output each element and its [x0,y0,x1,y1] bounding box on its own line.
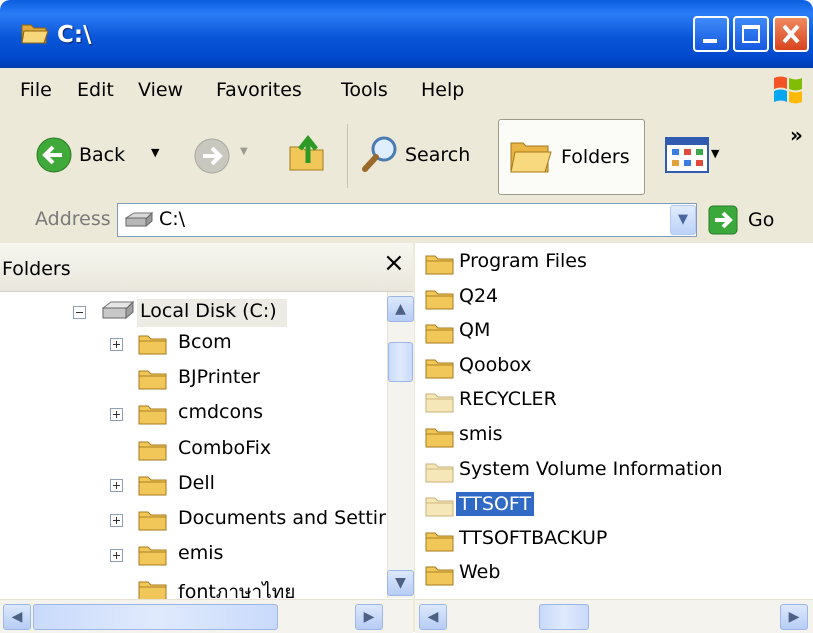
back-arrow-icon [36,137,72,173]
folders-pane-header: Folders × [0,243,413,292]
folder-icon [425,428,454,448]
folder-icon [425,324,454,344]
search-button[interactable]: Search [360,133,470,180]
scroll-left-button[interactable]: ◀ [419,604,447,630]
file-item-selected[interactable]: TTSOFT [456,492,535,517]
files-horizontal-scrollbar[interactable]: ◀ ▶ [415,599,813,633]
file-item[interactable]: Q24 [459,285,498,307]
file-item[interactable]: Qoobox [459,354,532,376]
search-label: Search [405,144,471,166]
tree-item[interactable]: Dell [178,472,215,494]
scroll-thumb[interactable] [33,604,278,630]
close-icon [782,24,800,44]
scroll-down-button[interactable]: ▼ [387,570,414,596]
search-icon [362,136,397,172]
folders-vertical-scrollbar[interactable]: ▲ ▼ [387,292,414,598]
folder-icon [425,566,454,586]
folders-pane-close-button[interactable]: × [383,248,405,278]
tree-item[interactable]: ComboFix [178,437,271,459]
forward-dropdown-icon[interactable]: ▼ [240,146,248,157]
scroll-thumb[interactable] [539,604,589,630]
expand-folder-button[interactable] [110,338,123,351]
scroll-up-button[interactable]: ▲ [387,296,414,322]
address-input[interactable]: C:\ [117,203,697,237]
drive-icon [124,211,154,228]
windows-logo-icon [774,76,802,104]
folder-icon [138,546,167,566]
folder-icon [138,335,167,355]
expand-folder-button[interactable] [110,549,123,563]
scroll-right-button[interactable]: ▶ [780,604,808,630]
tree-item[interactable]: cmdcons [178,401,263,423]
folders-label: Folders [561,146,630,168]
menu-help[interactable]: Help [421,79,464,101]
menu-view[interactable]: View [138,79,183,101]
folder-icon [425,393,454,413]
views-dropdown-icon: ▼ [711,147,720,160]
file-item[interactable]: RECYCLER [459,388,557,410]
tree-item-local-disk[interactable]: Local Disk (C:) [140,300,277,322]
tree-item[interactable]: emis [178,542,223,564]
folder-icon [138,441,167,461]
go-label: Go [748,209,775,231]
go-arrow-icon [708,205,738,235]
folders-pane-title: Folders [2,258,71,280]
address-value: C:\ [159,208,186,230]
minimize-button[interactable] [693,16,729,52]
folder-icon [425,290,454,310]
folder-icon [138,405,167,425]
back-button[interactable]: Back [35,136,125,179]
title-bar[interactable]: C:\ [0,0,813,68]
folder-icon [138,511,167,531]
scroll-right-button[interactable]: ▶ [355,604,383,630]
address-label: Address [35,208,111,230]
tree-item[interactable]: Bcom [178,331,232,353]
forward-arrow-icon[interactable] [193,137,231,175]
menu-favorites[interactable]: Favorites [216,79,302,101]
folder-icon [425,463,454,483]
folder-icon [425,497,454,517]
folders-icon [510,142,552,173]
views-button[interactable]: ▼ [665,137,719,178]
menu-tools[interactable]: Tools [341,79,388,101]
file-item[interactable]: QM [459,319,490,341]
expand-folder-button[interactable] [110,478,123,492]
folders-button[interactable]: Folders [498,119,645,195]
expand-folder-button[interactable] [110,408,123,422]
expand-folder-button[interactable] [110,514,123,527]
address-dropdown-button[interactable]: ▼ [670,205,696,235]
window-title: C:\ [57,22,92,48]
folder-icon [425,359,454,379]
file-item[interactable]: Program Files [459,250,587,272]
maximize-button[interactable] [733,16,769,52]
up-folder-icon[interactable] [286,131,330,175]
folder-icon [138,476,167,496]
toolbar-chevron[interactable]: » [790,123,803,147]
tree-item[interactable]: BJPrinter [178,366,260,388]
close-button[interactable] [773,16,809,52]
menu-edit[interactable]: Edit [77,79,114,101]
go-button[interactable]: Go [708,205,774,240]
scroll-thumb[interactable] [388,342,413,382]
scroll-left-button[interactable]: ◀ [3,604,31,630]
collapse-root-button[interactable] [73,306,86,319]
file-item[interactable]: Web [459,561,500,583]
back-label: Back [79,144,126,166]
menu-bar: File Edit View Favorites Tools Help [0,68,813,113]
drive-icon [101,300,135,320]
folders-horizontal-scrollbar[interactable]: ◀ ▶ [0,599,413,633]
views-icon [665,137,709,173]
file-item[interactable]: System Volume Information [459,458,723,480]
menu-file[interactable]: File [20,79,52,101]
file-item[interactable]: TTSOFTBACKUP [459,527,607,549]
back-dropdown-icon[interactable]: ▼ [151,146,159,159]
toolbar-separator [347,124,348,188]
folder-icon [425,255,454,275]
folder-open-icon [21,24,49,44]
file-item[interactable]: smis [459,423,503,445]
tree-item[interactable]: Documents and Settir [178,507,386,529]
folder-icon [425,532,454,552]
folder-icon [138,370,167,390]
